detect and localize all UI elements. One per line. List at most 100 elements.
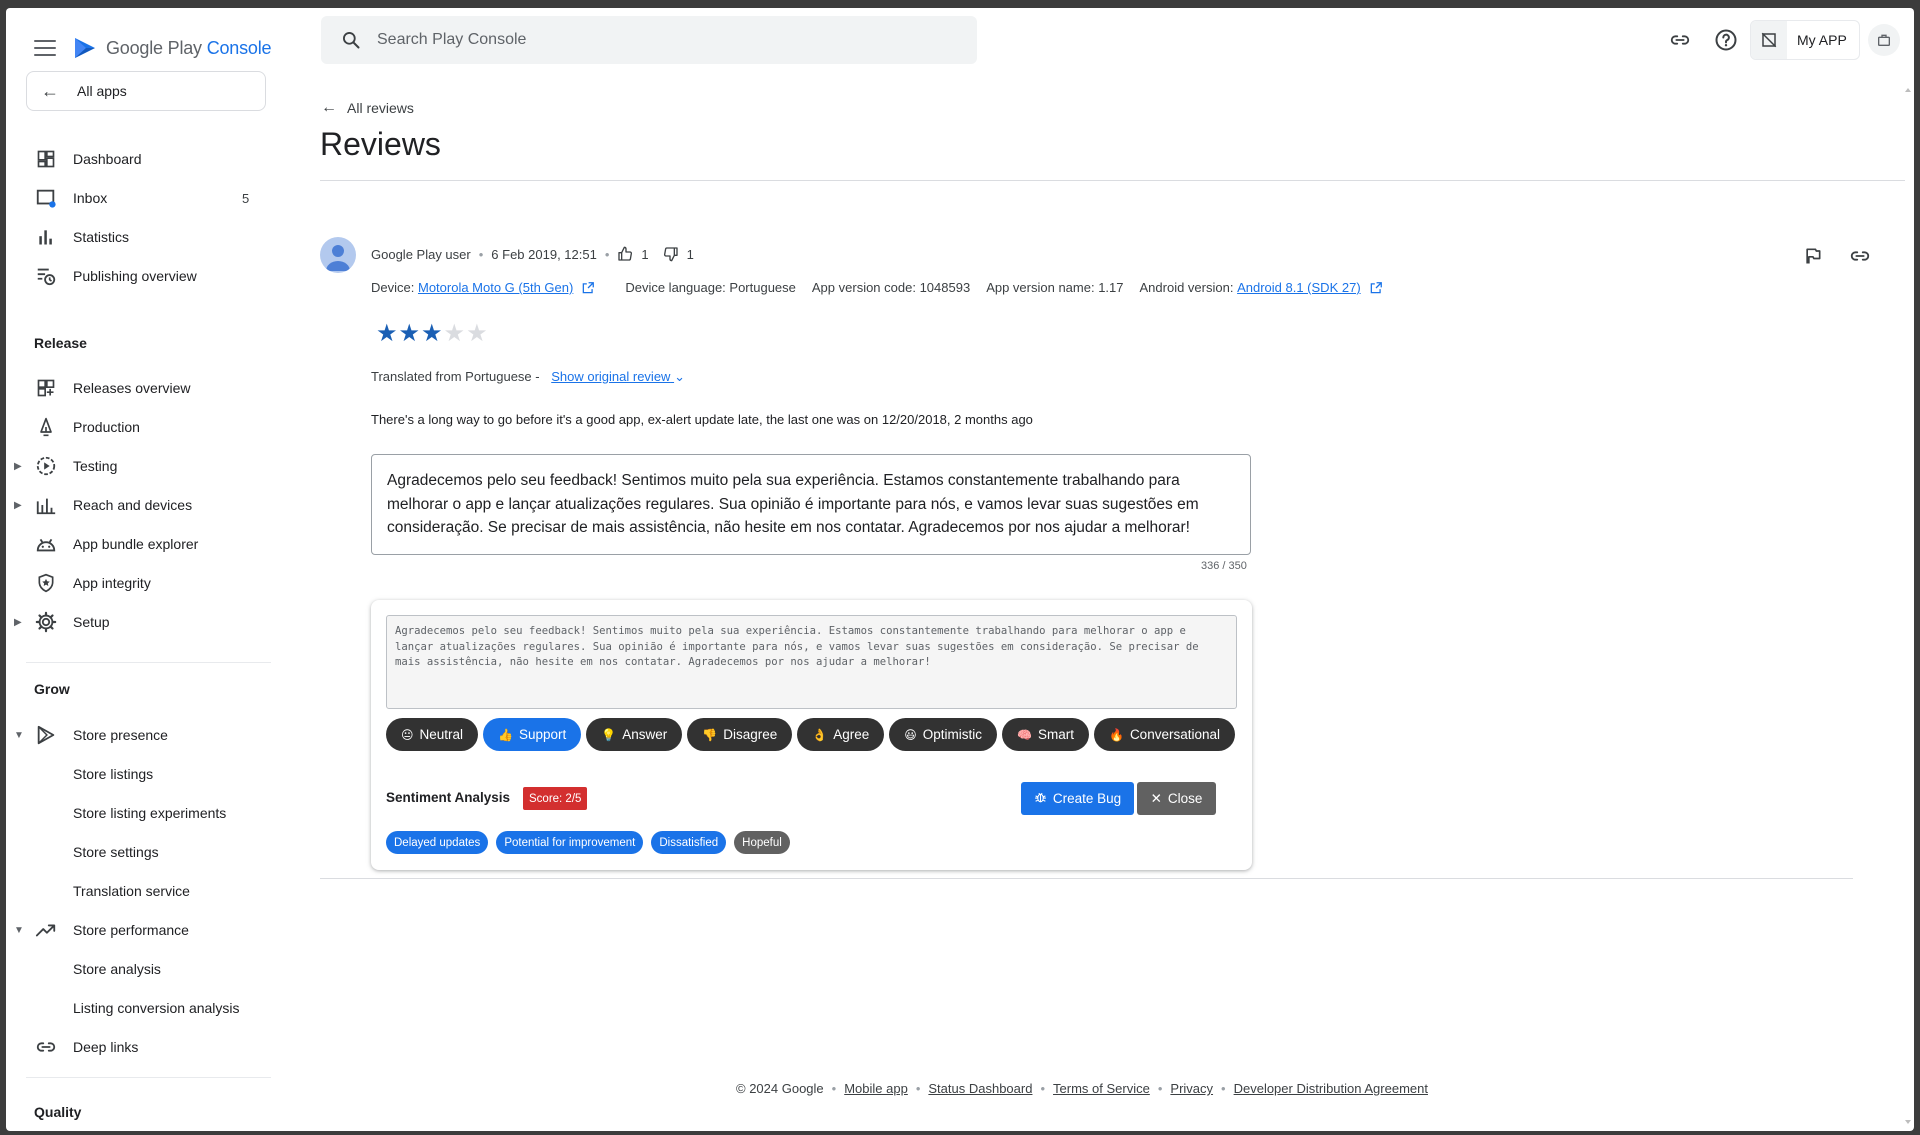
tone-chip-label: Smart: [1037, 727, 1074, 742]
reply-textarea[interactable]: [371, 454, 1251, 555]
android-version-link[interactable]: Android 8.1 (SDK 27): [1237, 280, 1361, 295]
bug-icon: [1034, 791, 1047, 807]
app-window: Google Play Console ← All apps Dashboard…: [6, 8, 1914, 1131]
search-input[interactable]: [377, 31, 937, 49]
sidebar-item-production[interactable]: Production: [6, 409, 276, 445]
play-console-logo: [75, 38, 95, 58]
sidebar-item-setup[interactable]: ▶ Setup: [6, 604, 276, 640]
tone-chip-disagree[interactable]: 👎 Disagree: [687, 718, 793, 751]
tone-chip-label: Neutral: [419, 727, 464, 742]
caret-down-icon[interactable]: ▼: [14, 925, 24, 936]
separator-dot: •: [1157, 1081, 1163, 1096]
answer-emoji-icon: 💡: [601, 727, 617, 742]
tone-chip-smart[interactable]: 🧠 Smart: [1002, 718, 1089, 751]
close-button[interactable]: ✕ Close: [1137, 782, 1216, 815]
tone-chip-conversational[interactable]: 🔥 Conversational: [1093, 718, 1235, 751]
production-icon: [34, 415, 58, 439]
create-bug-button[interactable]: Create Bug: [1021, 782, 1134, 815]
device-link[interactable]: Motorola Moto G (5th Gen): [418, 280, 573, 295]
star-filled-icon: ★: [398, 320, 421, 347]
sidebar-item-publishing-overview[interactable]: Publishing overview: [6, 258, 276, 294]
footer-link-terms-of-service[interactable]: Terms of Service: [1053, 1081, 1150, 1096]
sidebar-item-store-performance[interactable]: ▼ Store performance: [6, 912, 276, 948]
flag-icon[interactable]: [1797, 240, 1829, 272]
divider: [26, 1077, 271, 1078]
caret-right-icon[interactable]: ▶: [14, 461, 22, 472]
sidebar-item-listing-conversion-analysis[interactable]: Listing conversion analysis: [6, 990, 276, 1026]
sidebar-item-label: Testing: [73, 458, 118, 474]
sidebar-item-dashboard[interactable]: Dashboard: [6, 141, 276, 177]
tone-chip-label: Agree: [833, 727, 870, 742]
sidebar-item-reach-and-devices[interactable]: ▶ Reach and devices: [6, 487, 276, 523]
agree-emoji-icon: 👌: [812, 727, 828, 742]
tone-chip-answer[interactable]: 💡 Answer: [586, 718, 683, 751]
tone-chip-support[interactable]: 👍 Support: [483, 718, 582, 751]
sidebar-item-label: Statistics: [73, 229, 130, 245]
tone-chip-optimistic[interactable]: 😃 Optimistic: [889, 718, 998, 751]
open-in-new-icon[interactable]: [581, 281, 595, 295]
scrollbar[interactable]: [1904, 86, 1912, 1126]
thumbs-down-count: 1: [663, 246, 694, 262]
releases-icon: [34, 376, 58, 400]
sidebar-item-store-analysis[interactable]: Store analysis: [6, 951, 276, 987]
footer-link-developer-distribution-agreement[interactable]: Developer Distribution Agreement: [1234, 1081, 1428, 1096]
tone-chip-neutral[interactable]: 😐 Neutral: [386, 718, 479, 751]
help-icon[interactable]: [1710, 24, 1742, 56]
sidebar-item-store-presence[interactable]: ▼ Store presence: [6, 717, 276, 753]
all-apps-button[interactable]: ← All apps: [26, 71, 266, 111]
tone-chip-agree[interactable]: 👌 Agree: [797, 718, 885, 751]
show-original-label: Show original review: [551, 369, 671, 384]
footer-link-mobile-app[interactable]: Mobile app: [844, 1081, 908, 1096]
sidebar-item-label: Reach and devices: [73, 497, 193, 513]
tone-chip-label: Conversational: [1129, 727, 1220, 742]
link-icon[interactable]: [1844, 240, 1876, 272]
divider: [26, 662, 271, 663]
sidebar-item-label: Store listings: [73, 766, 154, 782]
caret-down-icon[interactable]: ▼: [14, 730, 24, 741]
arrow-left-icon: ←: [321, 99, 337, 116]
footer-link-privacy[interactable]: Privacy: [1170, 1081, 1213, 1096]
sidebar-item-store-listing-experiments[interactable]: Store listing experiments: [6, 795, 276, 831]
no-image-icon: [1751, 21, 1787, 59]
sidebar: Google Play Console ← All apps Dashboard…: [6, 8, 296, 1131]
search-bar[interactable]: [321, 16, 977, 64]
sidebar-item-store-listings[interactable]: Store listings: [6, 756, 276, 792]
breadcrumb-all-reviews[interactable]: ← All reviews: [321, 99, 414, 117]
show-original-link[interactable]: Show original review ⌄: [551, 369, 685, 384]
sidebar-item-releases-overview[interactable]: Releases overview: [6, 370, 276, 406]
app-selector[interactable]: My APP: [1750, 20, 1860, 60]
thumbs-down-icon: [663, 247, 678, 262]
footer-link-status-dashboard[interactable]: Status Dashboard: [928, 1081, 1032, 1096]
publishing-icon: [34, 264, 58, 288]
sidebar-item-inbox[interactable]: Inbox 5: [6, 180, 276, 216]
thumbs-up-count: 1: [617, 246, 649, 262]
account-icon[interactable]: [1868, 24, 1900, 56]
close-icon: ✕: [1150, 790, 1162, 806]
link-icon[interactable]: [1664, 24, 1696, 56]
footer-copyright: © 2024 Google: [736, 1081, 824, 1096]
sidebar-item-statistics[interactable]: Statistics: [6, 219, 276, 255]
android-version-label: Android version:: [1139, 280, 1234, 295]
menu-icon[interactable]: [34, 40, 56, 56]
sentiment-tags: Delayed updates Potential for improvement…: [386, 831, 798, 854]
sidebar-item-app-integrity[interactable]: App integrity: [6, 565, 276, 601]
open-in-new-icon[interactable]: [1369, 281, 1383, 295]
caret-right-icon[interactable]: ▶: [14, 500, 22, 511]
sidebar-item-app-bundle-explorer[interactable]: App bundle explorer: [6, 526, 276, 562]
separator-dot: •: [478, 246, 484, 262]
page-title: Reviews: [320, 126, 441, 162]
sidebar-item-store-settings[interactable]: Store settings: [6, 834, 276, 870]
tone-chip-label: Optimistic: [922, 727, 983, 742]
ai-draft-textarea[interactable]: [386, 615, 1237, 709]
sidebar-item-deep-links[interactable]: Deep links: [6, 1029, 276, 1065]
review-date: 6 Feb 2019, 12:51: [491, 246, 597, 262]
review-text: There's a long way to go before it's a g…: [371, 412, 1033, 427]
caret-right-icon[interactable]: ▶: [14, 617, 22, 628]
translation-note: Translated from Portuguese - Show origin…: [371, 369, 685, 385]
tone-chip-label: Disagree: [723, 727, 778, 742]
sidebar-item-testing[interactable]: ▶ Testing: [6, 448, 276, 484]
sidebar-item-label: Store analysis: [73, 961, 161, 977]
sidebar-item-translation-service[interactable]: Translation service: [6, 873, 276, 909]
star-filled-icon: ★: [376, 320, 398, 347]
optimistic-emoji-icon: 😃: [904, 727, 917, 742]
